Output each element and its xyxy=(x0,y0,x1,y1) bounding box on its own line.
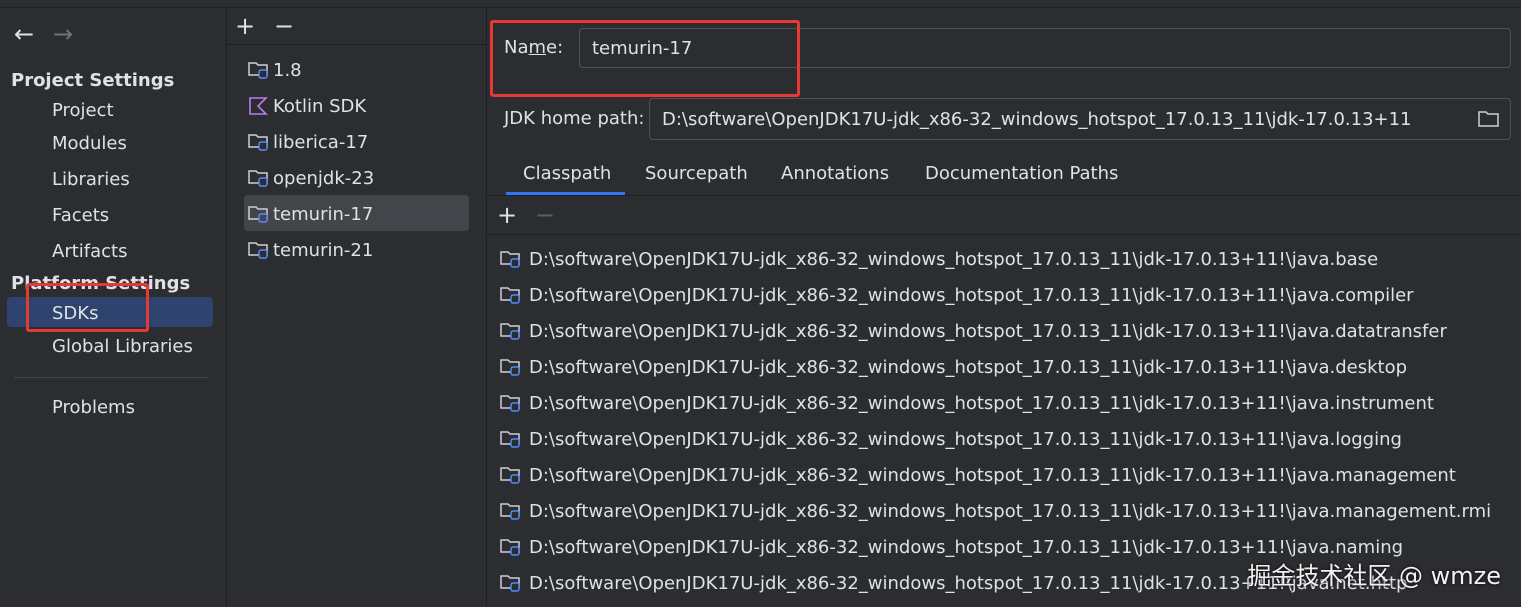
sdk-item-1-8[interactable]: 1.8 xyxy=(247,55,302,85)
name-label-suffix: e: xyxy=(546,37,564,58)
nav-item-sdks[interactable]: SDKs xyxy=(52,303,98,324)
classpath-entry: D:\software\OpenJDK17U-jdk_x86-32_window… xyxy=(529,536,1404,558)
jdk-home-path-value: D:\software\OpenJDK17U-jdk_x86-32_window… xyxy=(662,108,1412,130)
classpath-entry: D:\software\OpenJDK17U-jdk_x86-32_window… xyxy=(529,500,1492,522)
watermark: 掘金技术社区 @ wmze xyxy=(1247,562,1501,590)
kotlin-icon xyxy=(249,97,268,115)
sdk-item-temurin-21[interactable]: temurin-21 xyxy=(247,235,373,265)
back-arrow-icon[interactable]: ← xyxy=(14,22,34,46)
jdk-folder-icon xyxy=(500,539,520,556)
name-label-mnemonic: m xyxy=(528,37,547,58)
name-label-prefix: Na xyxy=(504,37,529,58)
jdk-folder-icon xyxy=(500,287,520,304)
jdk-folder-icon xyxy=(248,206,268,223)
nav-item-global-libraries[interactable]: Global Libraries xyxy=(52,336,193,357)
classpath-entry: D:\software\OpenJDK17U-jdk_x86-32_window… xyxy=(529,248,1379,270)
sdk-item-openjdk-23[interactable]: openjdk-23 xyxy=(247,163,374,193)
jdk-folder-icon xyxy=(248,170,268,187)
classpath-row[interactable]: D:\software\OpenJDK17U-jdk_x86-32_window… xyxy=(499,424,1402,454)
classpath-entry: D:\software\OpenJDK17U-jdk_x86-32_window… xyxy=(529,320,1447,342)
sdk-detail-pane: Name: temurin-17 JDK home path: D:\softw… xyxy=(487,8,1521,607)
sdk-item-label: temurin-17 xyxy=(273,203,374,225)
sdk-list-pane: + − 1.8 Kotlin SDK liberica-17 openjdk-2… xyxy=(227,8,486,607)
classpath-entry: D:\software\OpenJDK17U-jdk_x86-32_window… xyxy=(529,356,1408,378)
jdk-folder-icon xyxy=(248,242,268,259)
sdk-item-label: 1.8 xyxy=(273,59,302,81)
toolbar-divider xyxy=(227,44,486,45)
settings-navigation: ← → Project Settings Project Modules Lib… xyxy=(0,8,226,607)
classpath-entry: D:\software\OpenJDK17U-jdk_x86-32_window… xyxy=(529,284,1414,306)
jdk-folder-icon xyxy=(500,503,520,520)
classpath-row[interactable]: D:\software\OpenJDK17U-jdk_x86-32_window… xyxy=(499,316,1447,346)
jdk-folder-icon xyxy=(248,62,268,79)
sdk-item-liberica-17[interactable]: liberica-17 xyxy=(247,127,368,157)
nav-divider xyxy=(14,377,208,378)
jdk-folder-icon xyxy=(500,431,520,448)
classpath-entry: D:\software\OpenJDK17U-jdk_x86-32_window… xyxy=(529,392,1434,414)
jdk-folder-icon xyxy=(500,575,520,592)
nav-item-modules[interactable]: Modules xyxy=(52,133,127,154)
classpath-row[interactable]: D:\software\OpenJDK17U-jdk_x86-32_window… xyxy=(499,280,1414,310)
name-field[interactable]: temurin-17 xyxy=(579,28,1511,68)
sdk-item-temurin-17[interactable]: temurin-17 xyxy=(247,199,373,229)
jdk-folder-icon xyxy=(500,359,520,376)
sdk-item-label: Kotlin SDK xyxy=(273,95,367,117)
classpath-row[interactable]: D:\software\OpenJDK17U-jdk_x86-32_window… xyxy=(499,352,1407,382)
nav-item-artifacts[interactable]: Artifacts xyxy=(52,241,127,262)
sdk-item-label: openjdk-23 xyxy=(273,167,375,189)
add-sdk-button[interactable]: + xyxy=(235,14,255,38)
jdk-folder-icon xyxy=(500,395,520,412)
toolbar-divider xyxy=(487,234,1521,235)
window-top-border xyxy=(0,0,1521,8)
tabs-divider xyxy=(487,195,1521,196)
tab-classpath[interactable]: Classpath xyxy=(523,163,611,184)
classpath-entry: D:\software\OpenJDK17U-jdk_x86-32_window… xyxy=(529,428,1402,450)
classpath-entry: D:\software\OpenJDK17U-jdk_x86-32_window… xyxy=(529,464,1456,486)
browse-folder-icon[interactable] xyxy=(1478,110,1500,128)
classpath-row[interactable]: D:\software\OpenJDK17U-jdk_x86-32_window… xyxy=(499,460,1456,490)
jdk-folder-icon xyxy=(500,323,520,340)
sdk-item-label: temurin-21 xyxy=(273,239,374,261)
nav-selection-highlight xyxy=(7,297,213,327)
jdk-home-path-field[interactable]: D:\software\OpenJDK17U-jdk_x86-32_window… xyxy=(649,98,1511,140)
classpath-row[interactable]: D:\software\OpenJDK17U-jdk_x86-32_window… xyxy=(499,496,1491,526)
tab-sourcepath[interactable]: Sourcepath xyxy=(645,163,748,184)
nav-item-facets[interactable]: Facets xyxy=(52,205,109,226)
project-settings-heading: Project Settings xyxy=(11,70,175,91)
classpath-row[interactable]: D:\software\OpenJDK17U-jdk_x86-32_window… xyxy=(499,388,1434,418)
jdk-folder-icon xyxy=(500,251,520,268)
tab-documentation-paths[interactable]: Documentation Paths xyxy=(925,163,1118,184)
nav-item-project[interactable]: Project xyxy=(52,100,114,121)
jdk-home-path-label: JDK home path: xyxy=(504,108,645,129)
tab-annotations[interactable]: Annotations xyxy=(781,163,889,184)
name-label: Name: xyxy=(504,37,563,58)
jdk-folder-icon xyxy=(248,134,268,151)
nav-item-problems[interactable]: Problems xyxy=(52,397,135,418)
sdk-item-kotlin-sdk[interactable]: Kotlin SDK xyxy=(247,91,366,121)
add-classpath-button[interactable]: + xyxy=(497,203,517,227)
remove-sdk-button[interactable]: − xyxy=(274,14,294,38)
sdk-item-label: liberica-17 xyxy=(273,131,369,153)
classpath-row[interactable]: D:\software\OpenJDK17U-jdk_x86-32_window… xyxy=(499,244,1378,274)
jdk-folder-icon xyxy=(500,467,520,484)
remove-classpath-button[interactable]: − xyxy=(535,203,555,227)
platform-settings-heading: Platform Settings xyxy=(11,273,191,294)
forward-arrow-icon[interactable]: → xyxy=(53,22,73,46)
nav-item-libraries[interactable]: Libraries xyxy=(52,169,130,190)
name-field-value: temurin-17 xyxy=(592,37,693,59)
